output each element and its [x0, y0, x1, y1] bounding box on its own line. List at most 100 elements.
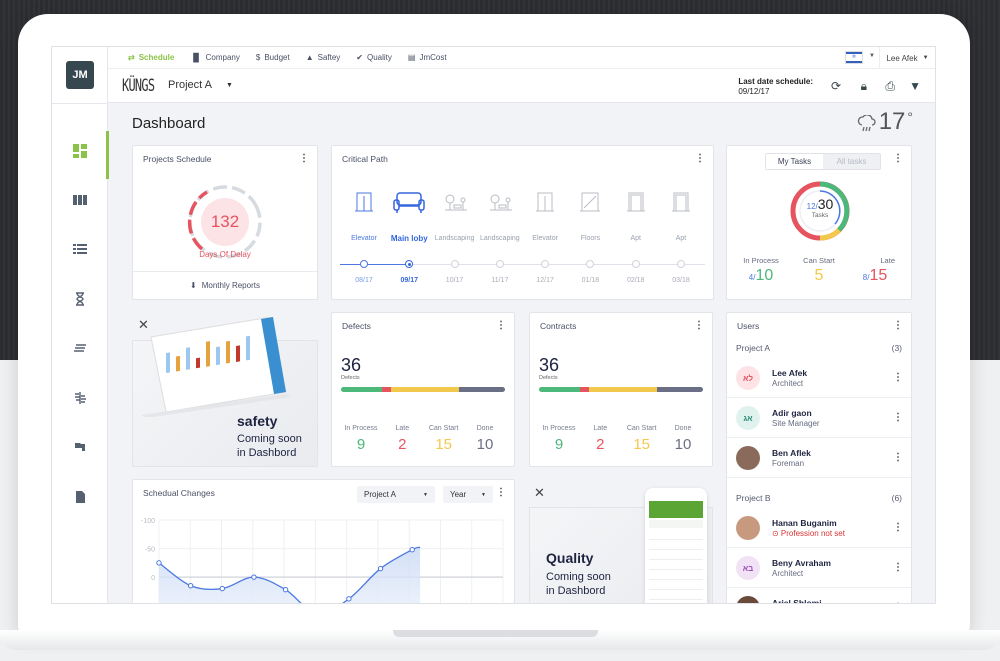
timeline-dot[interactable] [541, 260, 550, 268]
avatar: אג [736, 406, 760, 430]
avatar [736, 446, 760, 470]
defects-stats: In Process 9 Late 2 Can Start 15 Done 10 [341, 425, 505, 453]
more-menu-icon[interactable]: ⋮ [496, 321, 506, 331]
user-list-item[interactable]: אג Adir gaon Site Manager ⋮ [727, 399, 911, 438]
contracts-card: Contracts ⋮ 36 Defects In Process 9 Late 2 C… [529, 312, 713, 467]
lock-icon[interactable]: 🔒︎ [861, 79, 867, 94]
timeline-dot[interactable] [450, 260, 459, 268]
user-name: Ben Aflek [772, 448, 811, 458]
stat-late[interactable]: Late 2 [580, 425, 620, 453]
stat-can-start[interactable]: Can Start 15 [424, 425, 464, 453]
flag-icon [75, 443, 85, 451]
avatar: בא [736, 556, 760, 580]
nav-company[interactable]: ▐▌ Company [190, 53, 240, 62]
sidebar-item-hourglass[interactable] [52, 279, 108, 319]
stat-late[interactable]: Late 8/15 [855, 256, 895, 285]
timeline-dot[interactable] [495, 260, 504, 268]
stat-in-process[interactable]: In Process 9 [539, 425, 579, 453]
stat-can-start[interactable]: Can Start 5 [799, 256, 839, 285]
more-menu-icon[interactable]: ⋮ [694, 321, 704, 331]
sidebar-item-file[interactable] [52, 477, 108, 517]
data-point[interactable] [409, 547, 415, 553]
sidebar-item-columns[interactable] [52, 180, 108, 220]
timeline-date: 03/18 [672, 277, 690, 284]
more-menu-icon[interactable]: ⋮ [893, 452, 903, 463]
more-menu-icon[interactable]: ⋮ [893, 321, 903, 331]
more-menu-icon[interactable]: ⋮ [893, 562, 903, 573]
columns-icon [73, 195, 87, 205]
delay-days-value: 132 [201, 198, 249, 246]
notes-icon [74, 344, 86, 352]
project-select[interactable]: Project A ▼ [168, 79, 233, 91]
data-point[interactable] [187, 583, 194, 589]
more-menu-icon[interactable]: ⋮ [893, 522, 903, 533]
user-list-item[interactable]: Hanan Buganim ⊙ Profession not set ⋮ [727, 509, 911, 548]
chevron-down-icon: ▼ [922, 55, 929, 61]
more-menu-icon[interactable]: ⋮ [893, 372, 903, 383]
period-filter-dropdown[interactable]: Year ▼ [443, 486, 493, 503]
data-point[interactable] [346, 596, 352, 602]
top-nav: ⇄ Schedule ▐▌ Company $ Budget ▲ Saftey ✔ Qua… [108, 47, 935, 69]
more-menu-icon[interactable]: ⋮ [893, 602, 903, 603]
data-point[interactable] [219, 585, 225, 592]
data-point[interactable] [156, 560, 162, 566]
sidebar-item-notes[interactable] [52, 328, 108, 368]
stat-in-process[interactable]: In Process 4/10 [741, 256, 781, 285]
close-quality-promo-icon[interactable]: ✕ [534, 485, 545, 501]
user-role: Architect [772, 379, 804, 388]
tasks-total: 12/30 Tasks [806, 196, 834, 219]
more-menu-icon[interactable]: ⋮ [695, 154, 705, 164]
sidebar-item-tree[interactable] [52, 378, 108, 418]
more-menu-icon[interactable]: ⋮ [496, 488, 506, 498]
sidebar-item-dashboard[interactable] [52, 131, 109, 179]
language-caret-icon[interactable]: ▼ [869, 53, 875, 59]
monthly-reports-button[interactable]: ⬇ Monthly Reports [133, 271, 317, 299]
nav-budget[interactable]: $ Budget [256, 53, 290, 62]
project-filter-dropdown[interactable]: Project A ▼ [357, 486, 435, 503]
sync-icon[interactable]: ⟳ [831, 79, 841, 93]
filter-icon[interactable]: ▼ [909, 79, 921, 93]
data-point[interactable] [251, 574, 257, 580]
user-list-item[interactable]: לא Lee Afek Architect ⋮ [727, 359, 911, 398]
rain-cloud-icon [857, 115, 876, 132]
user-list-item[interactable]: Ariel Shlomi ⋮ [727, 589, 911, 603]
data-point[interactable] [282, 587, 289, 593]
more-menu-icon[interactable]: ⋮ [299, 154, 309, 164]
timeline-dot[interactable] [360, 260, 368, 268]
user-role: ⊙ Profession not set [772, 529, 845, 538]
stat-late[interactable]: Late 2 [382, 425, 422, 453]
sidebar-item-flag[interactable] [52, 427, 108, 467]
avatar: לא [736, 366, 760, 390]
timeline-dot[interactable] [677, 260, 685, 268]
user-list-item[interactable]: Ben Aflek Foreman ⋮ [727, 439, 911, 478]
nav-jmcost[interactable]: ▤ JmCost [408, 53, 447, 62]
elevator-icon [341, 190, 387, 214]
sidebar: JM [52, 47, 109, 603]
user-menu[interactable]: Lee Afek ▼ [879, 47, 935, 69]
print-icon[interactable]: ⎙ [885, 79, 895, 94]
user-name: Hanan Buganim [772, 518, 837, 528]
language-flag-icon[interactable]: ✡ [846, 52, 862, 63]
timeline-dot[interactable] [631, 260, 640, 268]
app-logo[interactable]: JM [66, 61, 94, 89]
user-list-item[interactable]: בא Beny Avraham Architect ⋮ [727, 549, 911, 588]
more-menu-icon[interactable]: ⋮ [893, 154, 903, 164]
critical-path-step-label[interactable]: Apt [653, 235, 709, 242]
stat-can-start[interactable]: Can Start 15 [622, 425, 662, 453]
timeline-dot[interactable] [405, 260, 414, 268]
more-menu-icon[interactable]: ⋮ [893, 412, 903, 423]
bar-segment [657, 387, 703, 392]
tab-my-tasks[interactable]: My Tasks [766, 154, 823, 169]
nav-schedule[interactable]: ⇄ Schedule [128, 53, 174, 62]
stat-done[interactable]: Done 10 [663, 425, 703, 453]
contracts-progress-bar [539, 387, 703, 392]
nav-safety[interactable]: ▲ Saftey [306, 53, 341, 62]
nav-quality[interactable]: ✔ Quality [356, 53, 392, 62]
stat-in-process[interactable]: In Process 9 [341, 425, 381, 453]
stat-done[interactable]: Done 10 [465, 425, 505, 453]
sidebar-item-list[interactable] [52, 229, 108, 269]
tab-all-tasks[interactable]: All tasks [823, 154, 880, 169]
data-point[interactable] [377, 565, 384, 572]
timeline-dot[interactable] [586, 260, 595, 268]
tree-icon [75, 392, 86, 404]
